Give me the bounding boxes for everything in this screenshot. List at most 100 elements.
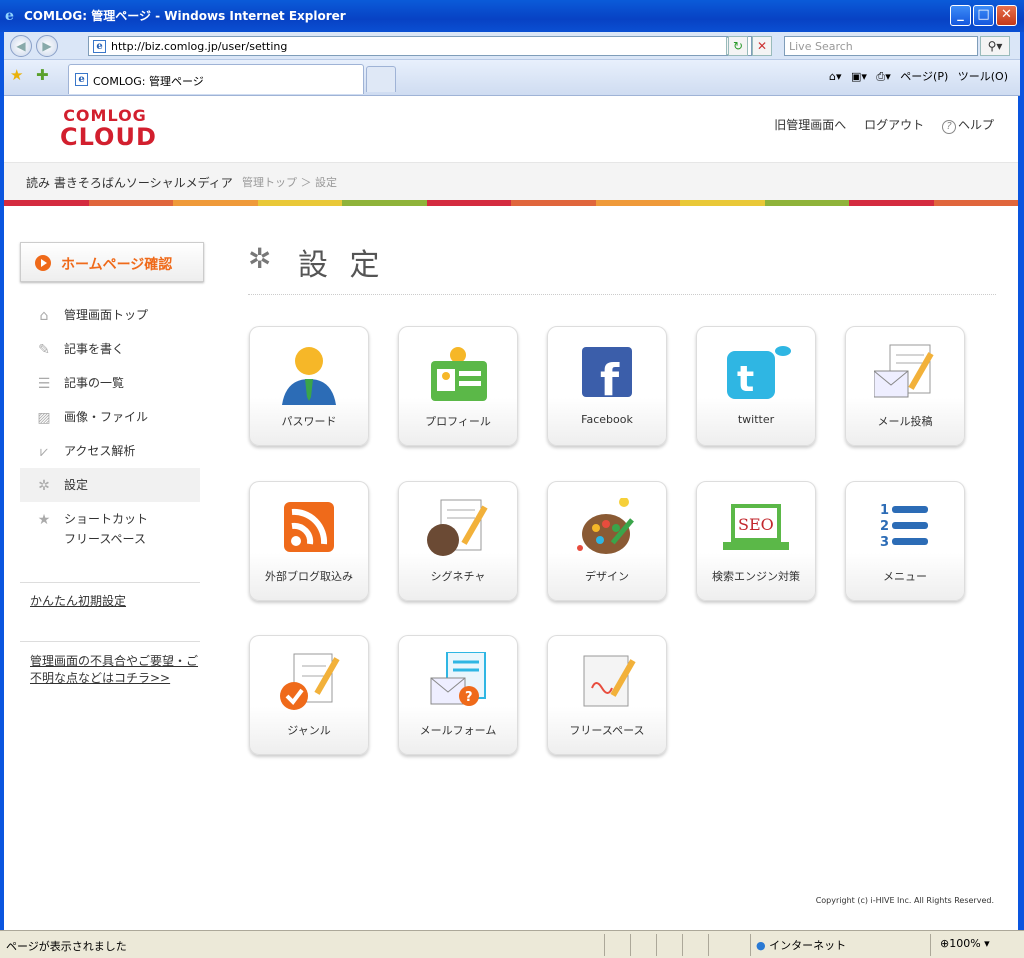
- image-icon: ▨: [37, 410, 51, 426]
- divider: [20, 582, 200, 583]
- logo-bottom: CLOUD: [60, 123, 157, 151]
- copyright: Copyright (c) i-HIVE Inc. All Rights Res…: [815, 896, 994, 905]
- free-space-icon: [583, 655, 636, 707]
- tile-signature[interactable]: シグネチャ: [398, 481, 518, 601]
- tile-password[interactable]: パスワード: [249, 326, 369, 446]
- status-divider: [930, 934, 931, 956]
- tile-seo[interactable]: SEO 検索エンジン対策: [696, 481, 816, 601]
- zoom-value: 100%: [949, 937, 981, 950]
- status-bar: ページが表示されました ● インターネット ⊕100% ▾: [0, 930, 1024, 958]
- sidebar-item-analytics[interactable]: ⩗ アクセス解析: [20, 434, 200, 468]
- add-favorite-icon[interactable]: ✚: [36, 66, 49, 84]
- header-links: 旧管理画面へ ログアウト ? ヘルプ: [760, 116, 994, 134]
- sidebar-item-label: アクセス解析: [64, 444, 136, 458]
- comlog-cloud-logo[interactable]: COMLOG CLOUD: [60, 106, 157, 151]
- search-button[interactable]: ⚲▾: [980, 36, 1010, 56]
- logout-link[interactable]: ログアウト: [864, 118, 924, 132]
- signature-icon: [427, 499, 488, 556]
- color-segment: [933, 200, 1018, 206]
- sidebar-item-shortcut[interactable]: ★ ショートカット: [20, 502, 200, 536]
- globe-icon: ●: [756, 939, 766, 952]
- status-message: ページが表示されました: [6, 940, 127, 953]
- old-admin-link[interactable]: 旧管理画面へ: [774, 118, 846, 132]
- tile-label: twitter: [737, 413, 775, 426]
- sidebar-item-articles[interactable]: ☰ 記事の一覧: [20, 366, 200, 400]
- color-segment: [426, 200, 511, 206]
- homepage-check-button[interactable]: ホームページ確認: [20, 242, 204, 282]
- tile-menu[interactable]: 123 メニュー: [845, 481, 965, 601]
- refresh-button[interactable]: ↻: [728, 36, 748, 56]
- back-button[interactable]: ◀: [10, 35, 32, 57]
- minimize-button[interactable]: _: [950, 5, 971, 26]
- setup-link[interactable]: かんたん初期設定: [30, 593, 126, 610]
- page-menu[interactable]: ページ(P): [900, 70, 948, 83]
- tools-menu[interactable]: ツール(O): [958, 70, 1008, 83]
- tile-freespace[interactable]: フリースペース: [547, 635, 667, 755]
- feedback-link-line2: 不明な点などはコチラ>>: [30, 671, 171, 685]
- tile-facebook[interactable]: f Facebook: [547, 326, 667, 446]
- tab-comlog[interactable]: e COMLOG: 管理ページ: [68, 64, 364, 94]
- new-tab-button[interactable]: [366, 66, 396, 92]
- sidebar-menu: ⌂ 管理画面トップ ✎ 記事を書く ☰ 記事の一覧 ▨ 画像・ファイル ⩗ アクセス解析 …: [20, 298, 200, 550]
- ie-logo-icon: e: [5, 8, 14, 24]
- tile-profile[interactable]: プロフィール: [398, 326, 518, 446]
- color-segment: [849, 200, 934, 206]
- feeds-icon[interactable]: ▣▾: [851, 70, 867, 83]
- page-icon: e: [75, 73, 88, 86]
- home-icon[interactable]: ⌂▾: [829, 70, 842, 83]
- maximize-button[interactable]: □: [973, 5, 994, 26]
- mail-post-icon: [874, 344, 934, 398]
- sidebar-item-label: 設定: [64, 478, 89, 492]
- page-title-text: 設 定: [298, 248, 386, 283]
- sidebar-item-top[interactable]: ⌂ 管理画面トップ: [20, 298, 200, 332]
- title-divider: [248, 294, 996, 295]
- window-title: COMLOG: 管理ページ - Windows Internet Explore…: [24, 9, 346, 23]
- sidebar-item-write[interactable]: ✎ 記事を書く: [20, 332, 200, 366]
- tile-label: Facebook: [581, 413, 633, 426]
- status-divider: [708, 934, 709, 956]
- zone-label: インターネット: [769, 939, 847, 952]
- sidebar-item-settings[interactable]: ✲ 設定: [20, 468, 200, 502]
- print-icon[interactable]: ⎙▾: [876, 70, 890, 83]
- tile-label: 外部ブログ取込み: [265, 570, 353, 583]
- feedback-link[interactable]: 管理画面の不具合やご要望・ご 不明な点などはコチラ>>: [30, 653, 198, 687]
- sidebar-item-files[interactable]: ▨ 画像・ファイル: [20, 400, 200, 434]
- color-stripe: [4, 200, 1018, 206]
- tile-label: プロフィール: [425, 415, 491, 428]
- help-link[interactable]: ? ヘルプ: [941, 118, 994, 134]
- tile-mail-post[interactable]: メール投稿: [845, 326, 965, 446]
- zoom-level[interactable]: ⊕100% ▾: [940, 937, 990, 950]
- id-card-icon: [431, 347, 487, 401]
- command-bar: ⌂▾ ▣▾ ⎙▾ ページ(P) ツール(O): [823, 68, 1008, 84]
- help-label: ヘルプ: [957, 118, 994, 132]
- tile-twitter[interactable]: t twitter: [696, 326, 816, 446]
- tile-label: 検索エンジン対策: [712, 570, 800, 583]
- tile-label: ジャンル: [287, 724, 331, 737]
- svg-text:2: 2: [880, 519, 889, 534]
- chart-icon: ⩗: [40, 444, 48, 460]
- close-button[interactable]: ✕: [996, 5, 1017, 26]
- tile-label: フリースペース: [569, 724, 645, 737]
- homepage-check-label: ホームページ確認: [61, 257, 173, 273]
- twitter-icon: t: [727, 346, 791, 400]
- site-name[interactable]: 読み 書きそろばんソーシャルメディア: [26, 174, 233, 191]
- search-input[interactable]: Live Search: [784, 36, 978, 56]
- svg-text:?: ?: [465, 690, 473, 705]
- tile-label: メニュー: [883, 570, 927, 583]
- favorites-star-icon[interactable]: ★: [10, 66, 23, 84]
- title-bar: e COMLOG: 管理ページ - Windows Internet Explo…: [0, 0, 1024, 32]
- tile-label: シグネチャ: [430, 570, 486, 583]
- gear-icon: ✲: [38, 478, 50, 494]
- tile-design[interactable]: デザイン: [547, 481, 667, 601]
- address-bar[interactable]: e http://biz.comlog.jp/user/setting: [88, 36, 752, 56]
- mail-form-icon: ?: [430, 652, 486, 706]
- logo-top: COMLOG: [63, 106, 147, 125]
- stop-button[interactable]: ✕: [752, 36, 772, 56]
- tile-external-blog[interactable]: 外部ブログ取込み: [249, 481, 369, 601]
- forward-button[interactable]: ▶: [36, 35, 58, 57]
- tile-mail-form[interactable]: ? メールフォーム: [398, 635, 518, 755]
- internet-zone[interactable]: ● インターネット: [756, 937, 846, 953]
- seo-laptop-icon: SEO: [723, 504, 789, 550]
- divider: [20, 641, 200, 642]
- tile-genre[interactable]: ジャンル: [249, 635, 369, 755]
